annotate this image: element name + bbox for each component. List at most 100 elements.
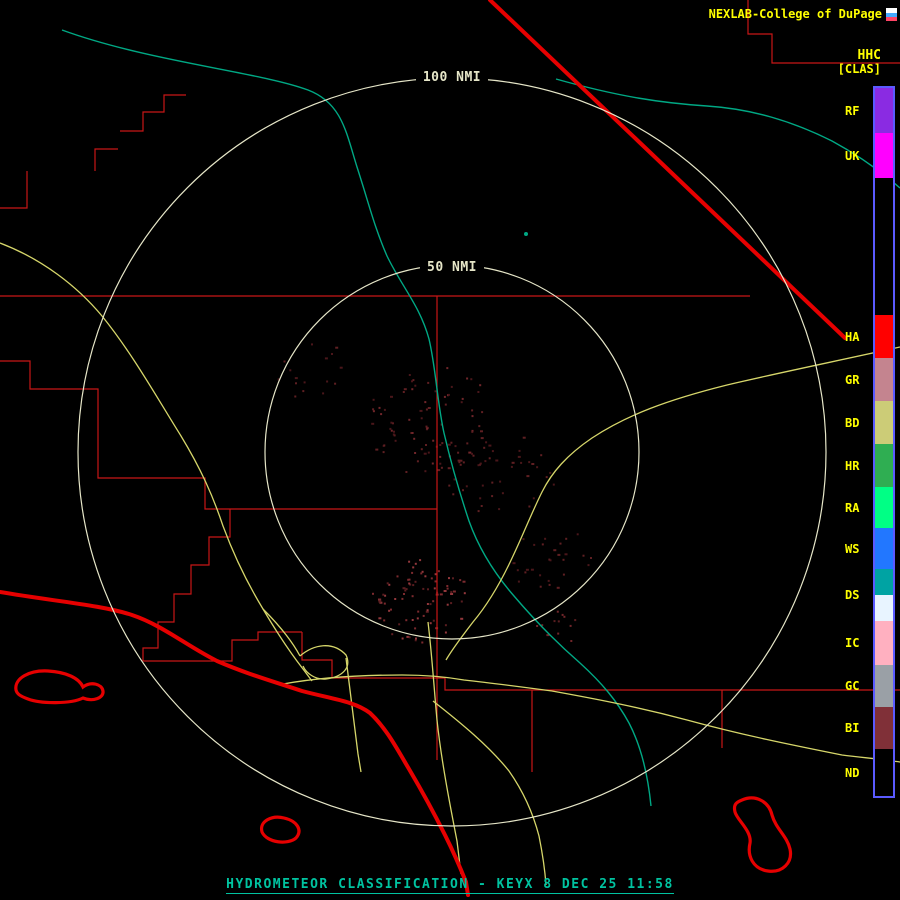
echo-speck bbox=[459, 579, 462, 582]
echo-speck bbox=[479, 384, 482, 387]
footer-status-text: HYDROMETEOR CLASSIFICATION - KEYX 8 DEC … bbox=[226, 877, 674, 894]
legend-color-gr bbox=[875, 358, 893, 401]
echo-speck bbox=[531, 463, 535, 465]
echo-speck bbox=[544, 537, 547, 540]
echo-speck bbox=[392, 433, 395, 436]
echo-speck bbox=[289, 369, 292, 372]
echo-speck bbox=[450, 593, 454, 595]
legend-label-bd: BD bbox=[845, 415, 860, 430]
echo-speck bbox=[526, 475, 530, 478]
echo-speck bbox=[452, 590, 456, 593]
echo-speck bbox=[391, 633, 394, 636]
echo-speck bbox=[481, 484, 484, 487]
legend-label-hr: HR bbox=[845, 458, 860, 473]
echo-speck bbox=[448, 577, 450, 580]
echo-speck bbox=[468, 451, 472, 454]
echo-speck bbox=[433, 587, 436, 590]
echo-speck bbox=[434, 573, 437, 576]
echo-speck bbox=[462, 461, 465, 464]
legend-label-bi: BI bbox=[845, 721, 860, 735]
echo-speck bbox=[511, 461, 515, 464]
echo-speck bbox=[477, 510, 480, 513]
legend-label-ra: RA bbox=[845, 500, 860, 515]
echo-speck bbox=[540, 454, 543, 457]
echo-speck bbox=[403, 388, 407, 391]
legend-label-rf: RF bbox=[845, 103, 860, 118]
echo-speck bbox=[562, 573, 565, 576]
echo-speck bbox=[480, 430, 483, 433]
county-line bbox=[531, 690, 723, 772]
echo-speck bbox=[408, 560, 411, 563]
echo-speck bbox=[407, 578, 410, 581]
echo-speck bbox=[582, 554, 585, 557]
echo-speck bbox=[411, 432, 414, 434]
echo-speck bbox=[414, 384, 417, 387]
echo-speck bbox=[303, 381, 306, 384]
echo-speck bbox=[426, 427, 429, 430]
echo-speck bbox=[548, 583, 551, 586]
echo-speck bbox=[491, 495, 494, 498]
echo-speck bbox=[530, 568, 534, 571]
echo-speck bbox=[405, 588, 408, 591]
echo-speck bbox=[411, 595, 414, 598]
echo-speck bbox=[536, 466, 539, 469]
legend-color-bi bbox=[875, 707, 893, 749]
echo-speck bbox=[491, 450, 494, 453]
echo-speck bbox=[518, 449, 521, 452]
branding-text: NEXLAB-College of DuPage bbox=[708, 7, 882, 21]
echo-speck bbox=[569, 624, 572, 627]
echo-speck bbox=[452, 493, 455, 496]
echo-speck bbox=[383, 602, 386, 605]
echo-speck bbox=[441, 442, 444, 445]
echo-speck bbox=[452, 577, 454, 580]
echo-speck bbox=[570, 640, 573, 642]
highway-lines bbox=[0, 0, 847, 897]
road-lines bbox=[0, 242, 900, 886]
echo-speck bbox=[590, 557, 592, 559]
echo-speck bbox=[450, 602, 453, 605]
echo-speck bbox=[561, 613, 564, 616]
echo-speck bbox=[461, 397, 464, 400]
echo-speck bbox=[402, 587, 406, 590]
echo-speck bbox=[420, 417, 423, 420]
nexlab-logo-icon bbox=[886, 7, 897, 21]
echo-speck bbox=[335, 346, 339, 349]
echo-speck bbox=[425, 408, 428, 411]
legend-color-ra bbox=[875, 487, 893, 528]
echo-speck bbox=[447, 393, 450, 396]
echo-speck bbox=[480, 437, 484, 440]
legend-label-ic: IC bbox=[845, 636, 860, 650]
echo-speck bbox=[485, 441, 488, 444]
echo-speck bbox=[294, 395, 297, 398]
echo-speck bbox=[372, 592, 374, 595]
echo-speck bbox=[501, 492, 504, 495]
echo-speck bbox=[384, 594, 387, 597]
echo-speck bbox=[524, 571, 527, 574]
echo-speck bbox=[422, 587, 425, 590]
echo-speck bbox=[460, 459, 463, 462]
echo-speck bbox=[375, 448, 379, 451]
echo-speck bbox=[557, 632, 560, 635]
legend-label-gr: GR bbox=[845, 372, 860, 387]
legend-color-bd bbox=[875, 401, 893, 444]
legend-color-uk bbox=[875, 133, 893, 178]
legend-label-ds: DS bbox=[845, 588, 860, 602]
echo-speck bbox=[294, 377, 298, 380]
echo-speck bbox=[488, 444, 492, 447]
echo-speck bbox=[510, 465, 513, 468]
echo-speck bbox=[324, 357, 328, 360]
radar-map: 100 NMI 50 NMI bbox=[0, 0, 900, 897]
legend-color-ic bbox=[875, 621, 893, 665]
highway bbox=[488, 0, 847, 340]
echo-speck bbox=[411, 388, 414, 391]
legend-color-nd bbox=[875, 749, 893, 796]
echo-speck bbox=[411, 619, 414, 621]
echo-speck bbox=[459, 463, 462, 466]
echo-speck bbox=[491, 481, 494, 484]
echo-speck bbox=[587, 564, 590, 567]
echo-speck bbox=[565, 537, 568, 540]
echo-speck bbox=[429, 622, 432, 625]
legend-color-gap-2 bbox=[875, 178, 893, 315]
echo-speck bbox=[378, 406, 381, 409]
legend-color-ds bbox=[875, 595, 893, 621]
